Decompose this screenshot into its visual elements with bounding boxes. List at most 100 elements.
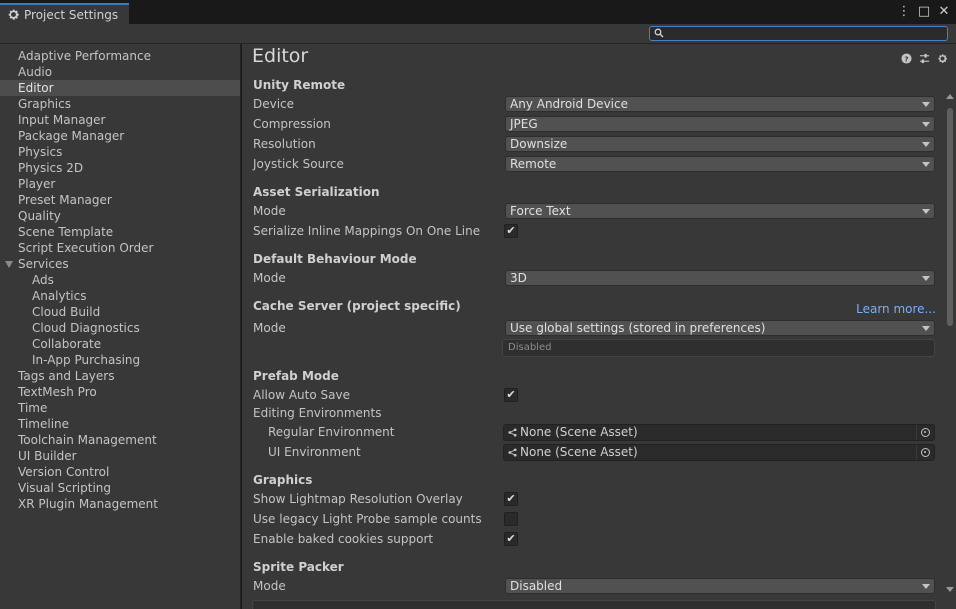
baked-cookies-label: Enable baked cookies support	[253, 532, 434, 546]
scene-asset-icon	[508, 448, 517, 457]
sidebar-item-label: Services	[18, 257, 69, 271]
project-settings-tab[interactable]: Project Settings	[0, 3, 129, 24]
sidebar-item-quality[interactable]: Quality	[0, 208, 240, 224]
section-cache-server: Cache Server (project specific)	[253, 299, 461, 313]
lightmap-overlay-label: Show Lightmap Resolution Overlay	[253, 492, 463, 506]
serialize-inline-checkbox[interactable]: ✔	[504, 224, 518, 238]
baked-cookies-checkbox[interactable]: ✔	[504, 532, 518, 546]
next-section-edge	[252, 600, 936, 609]
sidebar-item-tags-and-layers[interactable]: Tags and Layers	[0, 368, 240, 384]
sidebar-item-graphics[interactable]: Graphics	[0, 96, 240, 112]
object-picker-icon[interactable]	[916, 445, 934, 460]
cache-mode-dropdown[interactable]: Use global settings (stored in preferenc…	[505, 320, 935, 336]
sidebar-item-textmesh-pro[interactable]: TextMesh Pro	[0, 384, 240, 400]
sidebar-item-xr-plugin-management[interactable]: XR Plugin Management	[0, 496, 240, 512]
resolution-dropdown[interactable]: Downsize	[505, 136, 935, 152]
sidebar-item-physics[interactable]: Physics	[0, 144, 240, 160]
behaviour-mode-dropdown[interactable]: 3D	[505, 270, 935, 286]
legacy-light-probe-checkbox[interactable]	[504, 512, 518, 526]
scene-asset-icon	[508, 428, 517, 437]
joystick-source-label: Joystick Source	[253, 157, 344, 171]
page-title: Editor	[252, 45, 309, 67]
dropdown-value: Downsize	[510, 137, 568, 151]
sidebar-item-analytics[interactable]: Analytics	[0, 288, 240, 304]
sidebar-item-player[interactable]: Player	[0, 176, 240, 192]
joystick-source-dropdown[interactable]: Remote	[505, 156, 935, 172]
sidebar-item-time[interactable]: Time	[0, 400, 240, 416]
help-icon[interactable]: ?	[900, 52, 912, 64]
object-picker-icon[interactable]	[916, 425, 934, 440]
scroll-down-arrow-icon[interactable]	[946, 587, 954, 592]
sidebar-item-version-control[interactable]: Version Control	[0, 464, 240, 480]
settings-gear-icon[interactable]	[936, 52, 948, 64]
regular-environment-label: Regular Environment	[268, 425, 395, 439]
field-value: None (Scene Asset)	[520, 425, 638, 439]
dropdown-value: Remote	[510, 157, 557, 171]
svg-text:?: ?	[904, 54, 908, 63]
compression-label: Compression	[253, 117, 331, 131]
preset-icon[interactable]	[918, 52, 930, 64]
sidebar-item-scene-template[interactable]: Scene Template	[0, 224, 240, 240]
regular-environment-field[interactable]: None (Scene Asset)	[503, 424, 935, 441]
maximize-icon[interactable]: □	[918, 4, 930, 19]
sprite-packer-mode-dropdown[interactable]: Disabled	[505, 578, 935, 594]
section-prefab-mode: Prefab Mode	[253, 369, 339, 383]
behaviour-mode-label: Mode	[253, 271, 286, 285]
close-icon[interactable]: ✕	[938, 4, 950, 19]
scroll-up-arrow-icon[interactable]	[946, 94, 954, 99]
allow-auto-save-checkbox[interactable]: ✔	[504, 388, 518, 402]
sidebar-item-audio[interactable]: Audio	[0, 64, 240, 80]
ui-environment-field[interactable]: None (Scene Asset)	[503, 444, 935, 461]
lightmap-overlay-checkbox[interactable]: ✔	[504, 492, 518, 506]
dropdown-value: 3D	[510, 271, 527, 285]
sidebar-item-ui-builder[interactable]: UI Builder	[0, 448, 240, 464]
chevron-down-icon	[922, 584, 930, 589]
sidebar-item-toolchain-management[interactable]: Toolchain Management	[0, 432, 240, 448]
serialize-inline-label: Serialize Inline Mappings On One Line	[253, 224, 481, 238]
section-sprite-packer: Sprite Packer	[253, 560, 344, 574]
section-graphics: Graphics	[253, 473, 313, 487]
sidebar-item-physics-2d[interactable]: Physics 2D	[0, 160, 240, 176]
sidebar-item-ads[interactable]: Ads	[0, 272, 240, 288]
chevron-down-icon	[922, 122, 930, 127]
search-input[interactable]	[649, 26, 948, 41]
sidebar-item-in-app-purchasing[interactable]: In-App Purchasing	[0, 352, 240, 368]
learn-more-link[interactable]: Learn more...	[856, 302, 936, 316]
section-unity-remote: Unity Remote	[253, 78, 346, 92]
sidebar-item-input-manager[interactable]: Input Manager	[0, 112, 240, 128]
sidebar-item-adaptive-performance[interactable]: Adaptive Performance	[0, 48, 240, 64]
cache-status-field: Disabled	[502, 339, 935, 357]
settings-sidebar: Adaptive Performance Audio Editor Graphi…	[0, 44, 241, 609]
chevron-down-icon	[922, 326, 930, 331]
dropdown-value: Use global settings (stored in preferenc…	[510, 321, 766, 335]
ui-environment-label: UI Environment	[268, 445, 361, 459]
search-icon	[654, 28, 664, 38]
section-asset-serialization: Asset Serialization	[253, 185, 380, 199]
sidebar-item-visual-scripting[interactable]: Visual Scripting	[0, 480, 240, 496]
compression-dropdown[interactable]: JPEG	[505, 116, 935, 132]
scrollbar-thumb[interactable]	[947, 108, 953, 326]
sidebar-item-editor[interactable]: Editor	[0, 80, 240, 96]
tab-title: Project Settings	[24, 7, 119, 22]
serialization-mode-label: Mode	[253, 204, 286, 218]
sidebar-item-preset-manager[interactable]: Preset Manager	[0, 192, 240, 208]
expand-arrow-icon[interactable]	[5, 261, 13, 268]
cache-mode-label: Mode	[253, 321, 286, 335]
dropdown-value: JPEG	[510, 117, 538, 131]
dropdown-value: Any Android Device	[510, 97, 628, 111]
sidebar-item-collaborate[interactable]: Collaborate	[0, 336, 240, 352]
chevron-down-icon	[922, 209, 930, 214]
title-bar: Project Settings ⋮ □ ✕	[0, 0, 956, 24]
sidebar-item-script-execution-order[interactable]: Script Execution Order	[0, 240, 240, 256]
sidebar-item-package-manager[interactable]: Package Manager	[0, 128, 240, 144]
more-options-icon[interactable]: ⋮	[898, 4, 911, 19]
serialization-mode-dropdown[interactable]: Force Text	[505, 203, 935, 219]
sidebar-item-services[interactable]: Services	[0, 256, 240, 272]
sidebar-item-cloud-build[interactable]: Cloud Build	[0, 304, 240, 320]
sidebar-item-timeline[interactable]: Timeline	[0, 416, 240, 432]
device-label: Device	[253, 97, 295, 111]
field-value: None (Scene Asset)	[520, 445, 638, 459]
device-dropdown[interactable]: Any Android Device	[505, 96, 935, 112]
editing-environments-label: Editing Environments	[253, 406, 382, 420]
sidebar-item-cloud-diagnostics[interactable]: Cloud Diagnostics	[0, 320, 240, 336]
